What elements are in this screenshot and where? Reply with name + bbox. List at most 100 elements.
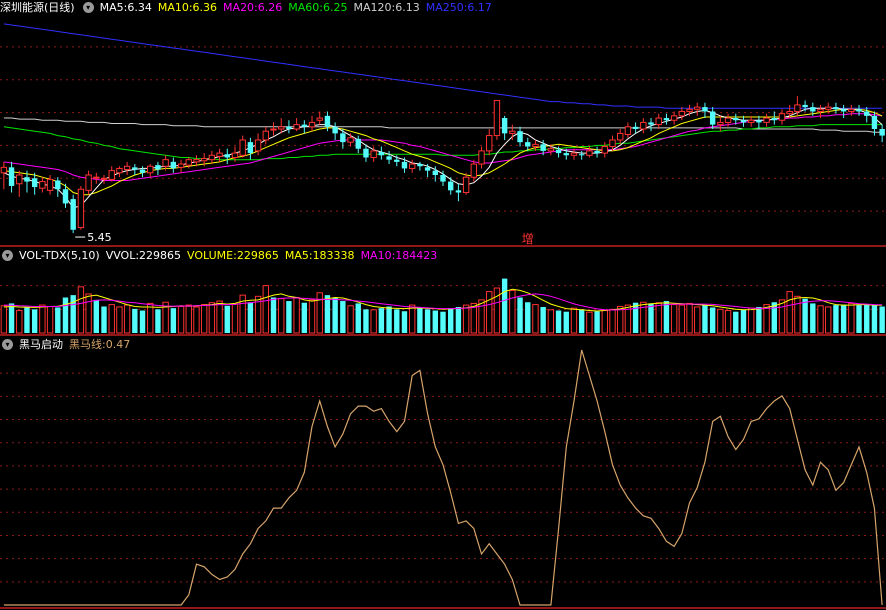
volume-bar — [408, 304, 416, 334]
volume-legend-value: 229865 — [236, 248, 279, 262]
volume-bar — [440, 311, 446, 333]
volume-bar — [686, 302, 693, 334]
volume-bar — [340, 301, 346, 333]
candle-body — [455, 190, 462, 193]
volume-bar — [24, 306, 30, 333]
candle-body — [747, 119, 755, 123]
candle-body — [100, 177, 108, 180]
volume-legend-value: 184423 — [395, 248, 438, 262]
chart-canvas[interactable]: 5.45 增 — [0, 0, 886, 610]
candle-body — [786, 110, 793, 115]
volume-bar — [817, 305, 824, 334]
volume-bar — [540, 306, 546, 333]
volume-bar — [532, 304, 539, 334]
dropdown-chevron-icon[interactable]: ▾ — [2, 249, 13, 261]
stock-chart-window: 5.45 增 深圳能源 (日线) ▾ MA5: 6.34 MA10: 6.36 MA20… — [0, 0, 886, 610]
price-legend: 深圳能源 (日线) ▾ MA5: 6.34 MA10: 6.36 MA20: 6.26… — [0, 0, 498, 15]
dropdown-chevron-icon[interactable]: ▾ — [82, 1, 94, 13]
volume-bar — [301, 302, 308, 333]
candle-body — [408, 163, 416, 169]
volume-bar — [355, 303, 361, 333]
volume-bar — [794, 295, 801, 334]
candle-body — [324, 115, 331, 127]
volume-bar — [747, 307, 755, 334]
volume-bar — [231, 303, 239, 334]
candle-body — [0, 166, 8, 174]
candle-body — [262, 130, 269, 141]
candle-body — [224, 154, 230, 158]
candle-body — [864, 111, 870, 116]
candle-body — [301, 124, 308, 127]
candle-body — [363, 148, 369, 158]
candle-body — [709, 111, 716, 125]
candle-body — [370, 150, 377, 158]
candle-body — [848, 108, 855, 112]
volume-legend-label: MA5: — [284, 248, 313, 262]
volume-bar — [8, 303, 15, 333]
candle-body — [509, 130, 516, 134]
candle-body — [340, 133, 346, 143]
volume-legend-value: 183338 — [312, 248, 355, 262]
volume-bar — [424, 309, 431, 333]
candle-body — [717, 121, 724, 126]
dropdown-chevron-icon[interactable]: ▾ — [2, 338, 13, 350]
volume-legend-entry: VOLUME: 229865 — [187, 249, 279, 262]
candle-body — [200, 158, 208, 162]
candle-body — [170, 161, 177, 169]
candle-body — [401, 161, 408, 169]
volume-bar — [802, 298, 808, 333]
candle-body — [624, 126, 632, 135]
volume-bar — [62, 297, 69, 333]
candle-body — [31, 178, 38, 188]
volume-bar — [116, 306, 123, 334]
volume-bar — [525, 302, 531, 333]
candle-body — [724, 117, 732, 123]
volume-bar — [132, 308, 138, 333]
candle-body — [216, 152, 223, 157]
volume-bar — [55, 307, 61, 333]
volume-bar — [31, 309, 38, 333]
volume-bar — [77, 286, 85, 334]
candle-body — [525, 142, 531, 147]
volume-bar — [694, 306, 701, 334]
candle-body — [648, 122, 654, 125]
candle-body — [286, 126, 292, 129]
candle-body — [632, 126, 639, 129]
candle-body — [308, 121, 316, 128]
candle-body — [694, 106, 701, 110]
candle-body — [24, 177, 30, 182]
candle-body — [77, 188, 85, 229]
candle-body — [702, 107, 708, 112]
volume-bar — [170, 308, 177, 333]
candle-body — [563, 153, 569, 156]
volume-indicator-name: VOL-TDX(5,10) — [19, 248, 100, 262]
volume-bar — [39, 304, 46, 334]
candle-body — [655, 117, 662, 126]
candle-body — [555, 149, 562, 154]
volume-bar — [864, 304, 870, 333]
candle-body — [771, 118, 777, 121]
volume-bar — [46, 305, 54, 334]
candle-body — [355, 138, 361, 149]
volume-bar — [308, 299, 316, 334]
candle-body — [478, 150, 485, 165]
volume-bar — [709, 307, 716, 333]
volume-bar — [578, 309, 585, 333]
volume-bar — [478, 299, 485, 334]
volume-bar — [594, 311, 600, 333]
candle-body — [394, 159, 400, 162]
indicator-legend-value: 0.47 — [105, 338, 131, 351]
ma-legend-label: MA120: — [353, 0, 396, 14]
volume-bar — [363, 309, 369, 333]
indicator-legend: ▾ 黑马启动 黑马线: 0.47 — [0, 337, 136, 351]
candle-body — [231, 152, 239, 158]
ma-legend-items: MA5: 6.34 MA10: 6.36 MA20: 6.26 MA60: 6.25 M… — [100, 1, 498, 14]
volume-bar — [93, 299, 100, 333]
volume-bar — [663, 301, 670, 333]
volume-bar — [486, 291, 493, 334]
volume-legend-label: VVOL: — [105, 248, 140, 262]
volume-bar — [702, 305, 708, 333]
volume-bar — [678, 304, 686, 334]
candle-body — [417, 164, 423, 167]
candle-body — [239, 139, 246, 156]
